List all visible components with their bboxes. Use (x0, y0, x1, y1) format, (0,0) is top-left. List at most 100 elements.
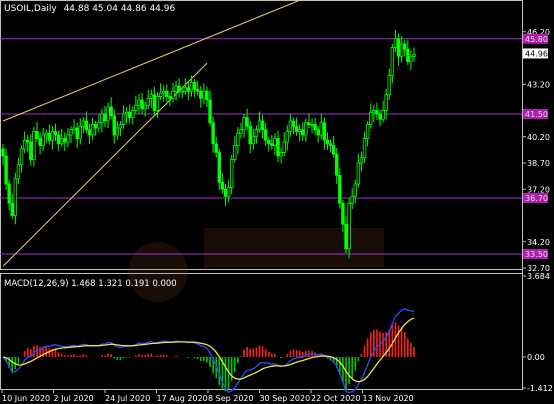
candle-body (220, 181, 225, 190)
candle-body (124, 111, 129, 115)
candle-body (195, 89, 200, 92)
candle-body (106, 106, 110, 122)
candle-body (32, 131, 36, 160)
candle-body (409, 55, 413, 62)
metatrader-chart-window: 46.2043.2040.2038.7037.2034.2032.70 45.8… (0, 0, 554, 404)
candle-body (137, 99, 141, 106)
price-tag-label-1: 41.50 (525, 110, 548, 119)
candle-body (60, 138, 64, 145)
candle-body (189, 82, 194, 92)
candle-body (297, 129, 302, 132)
price-tag-label-0: 45.80 (525, 35, 548, 44)
candle-body (44, 132, 48, 136)
chart-background (0, 0, 554, 404)
price-tick-label-4: 37.20 (527, 185, 550, 194)
macd-title: MACD(12,26,9) 1.468 1.321 0.191 0.000 (4, 279, 177, 289)
candle-body (372, 110, 376, 113)
candle-body (223, 188, 228, 197)
candle-body (66, 134, 70, 143)
candle-body (378, 113, 382, 120)
candle-body (362, 138, 367, 159)
candle-body (359, 157, 364, 164)
candle-body (72, 127, 76, 131)
candle-body (19, 148, 24, 166)
candle-body (199, 90, 203, 99)
candle-body (291, 120, 296, 127)
candle-body (384, 94, 388, 111)
price-tick-label-1: 43.20 (527, 80, 550, 89)
candle-body (186, 87, 191, 92)
macd-tick-label-2: -1.412 (527, 384, 553, 393)
candle-body (47, 132, 52, 141)
candle-body (158, 92, 163, 97)
candle-body (328, 143, 333, 146)
candle-body (4, 155, 8, 185)
candle-body (399, 43, 404, 57)
candle-body (356, 162, 361, 185)
candle-body (202, 90, 206, 99)
candle-body (81, 120, 86, 127)
time-tick-label-6: 22 Oct 2020 (311, 394, 360, 403)
time-tick-label-3: 17 Aug 2020 (157, 394, 208, 403)
candle-body (84, 120, 89, 131)
candle-body (149, 94, 154, 99)
candle-body (279, 152, 283, 157)
candle-body (94, 124, 98, 129)
candle-body (53, 131, 58, 136)
candle-body (103, 113, 107, 122)
candle-body (288, 120, 293, 132)
candle-body (121, 113, 126, 125)
candle-body (56, 134, 61, 145)
ohlc-values: 44.88 45.04 44.86 44.96 (64, 4, 176, 14)
macd-tick-label-1: 0.00 (527, 353, 545, 362)
candle-body (257, 120, 262, 131)
price-tag-label-3: 33.50 (525, 250, 548, 259)
candle-body (229, 159, 234, 188)
price-tick-label-3: 38.70 (527, 159, 550, 168)
candle-body (310, 124, 314, 126)
candle-body (341, 202, 345, 225)
candle-body (301, 129, 305, 136)
candle-body (78, 125, 82, 139)
candle-body (319, 122, 323, 136)
candle-body (242, 117, 246, 131)
symbol-header: USOIL,Daily 44.88 45.04 44.86 44.96 (4, 4, 175, 14)
candle-body (245, 117, 249, 127)
candle-body (406, 48, 410, 62)
candle-body (387, 75, 391, 96)
candle-body (248, 125, 252, 145)
candle-body (396, 38, 401, 57)
candle-body (273, 138, 277, 146)
candle-body (344, 223, 348, 250)
candle-body (35, 131, 39, 139)
candle-body (63, 138, 67, 143)
candle-body (75, 127, 79, 139)
candle-body (350, 195, 354, 204)
candle-body (180, 90, 184, 93)
candle-body (325, 139, 330, 145)
candle-body (254, 129, 259, 138)
candle-body (335, 153, 339, 176)
candle-body (260, 120, 265, 131)
candle-body (16, 164, 21, 180)
candle-body (140, 99, 144, 110)
candle-body (112, 115, 116, 136)
candle-body (41, 134, 45, 146)
candle-body (155, 96, 160, 111)
candle-body (313, 124, 317, 131)
candle-body (267, 139, 271, 145)
candle-body (294, 125, 299, 132)
candle-body (168, 96, 172, 99)
candle-body (381, 110, 385, 120)
time-tick-label-1: 2 Jul 2020 (54, 394, 94, 403)
candle-body (251, 136, 256, 145)
candle-body (165, 90, 169, 97)
candle-body (115, 127, 120, 136)
candle-body (347, 202, 351, 250)
candle-body (192, 82, 197, 90)
candle-body (90, 124, 95, 136)
candle-body (217, 152, 222, 183)
candle-body (331, 145, 336, 155)
candle-body (365, 124, 370, 139)
candle-body (322, 122, 327, 141)
